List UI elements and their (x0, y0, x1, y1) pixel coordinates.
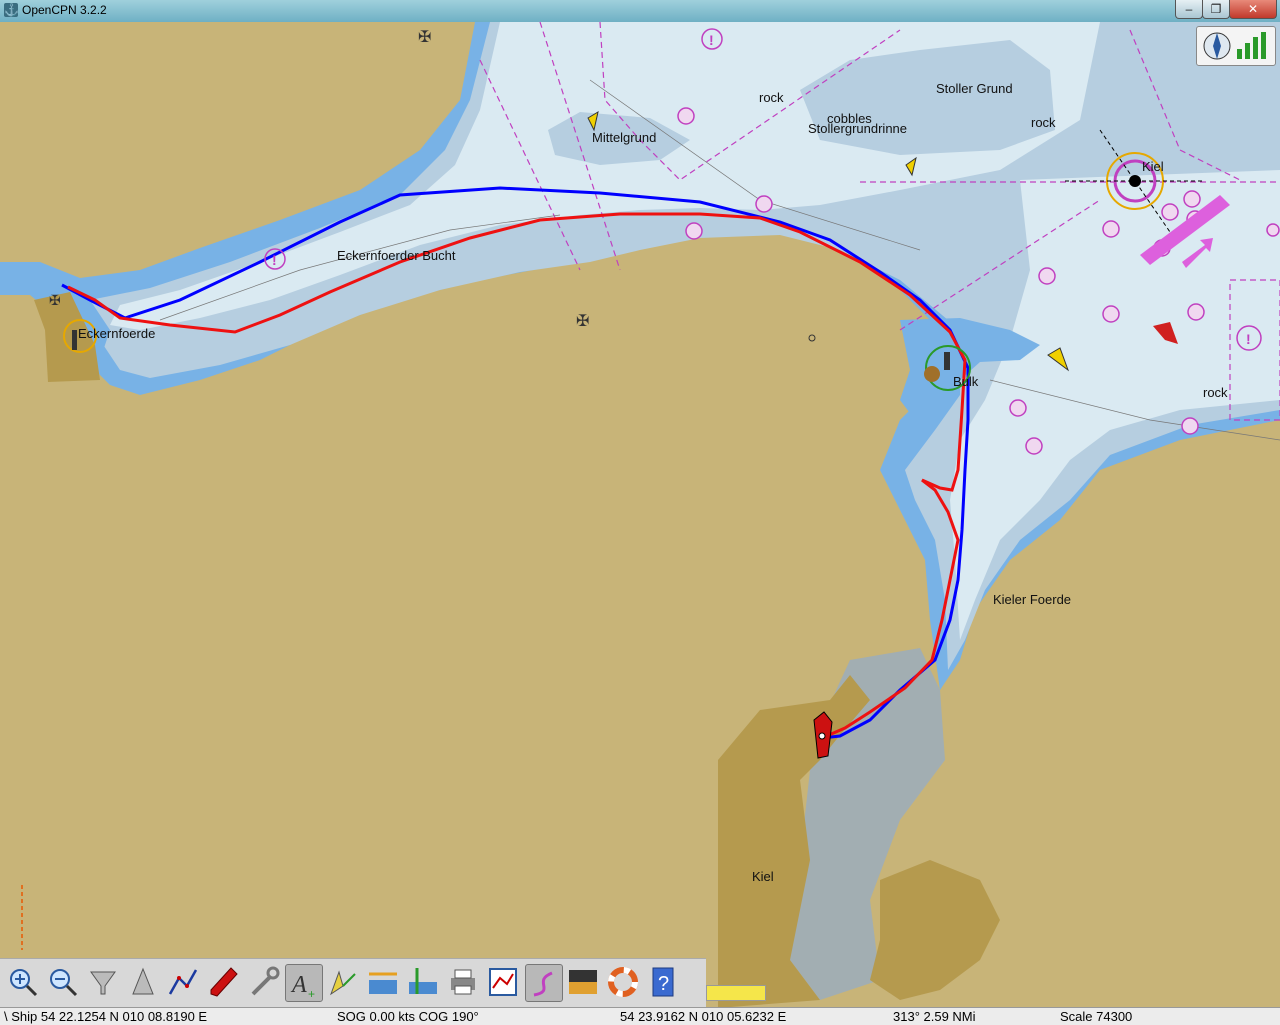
lifebuoy-icon (608, 967, 638, 997)
label-stoller-grund: Stoller Grund (936, 81, 1013, 96)
zoom-in-icon (10, 969, 38, 997)
tide-height-icon (409, 968, 437, 994)
label-eckernfoerde: Eckernfoerde (78, 326, 156, 341)
maximize-button[interactable]: ❐ (1202, 0, 1230, 19)
gps-status-widget[interactable] (1196, 26, 1276, 66)
current-button[interactable] (325, 964, 361, 1000)
label-bulk: Bulk (953, 374, 979, 389)
church-symbol: ✠ (418, 29, 431, 46)
bearing-distance: 313° 2.59 NMi (893, 1009, 976, 1024)
label-rock-2: rock (1031, 115, 1056, 130)
label-eckernfoerder-bucht: Eckernfoerder Bucht (337, 248, 456, 263)
settings-button[interactable] (245, 964, 281, 1000)
label-rock: rock (759, 90, 784, 105)
zoom-in-button[interactable] (5, 964, 41, 1000)
route-manager-button[interactable] (485, 964, 521, 1000)
sog-cog: SOG 0.00 kts COG 190° (337, 1009, 479, 1024)
tides-icon (369, 972, 397, 994)
svg-text:!: ! (272, 252, 277, 268)
funnel-icon (90, 971, 116, 995)
chart-svg[interactable]: !!! ✠ ✠ ✠ (0, 22, 1280, 1008)
svg-text:?: ? (658, 973, 669, 995)
window-title: OpenCPN 3.2.2 (22, 3, 107, 17)
current-icon (330, 970, 356, 996)
church-symbol-3: ✠ (49, 292, 61, 308)
wrench-icon (251, 966, 280, 996)
label-stollergrundrinne: Stollergrundrinne (808, 121, 908, 136)
svg-text:!: ! (709, 32, 714, 48)
chart-bar-indicator[interactable] (706, 985, 766, 1001)
color-scheme-button[interactable] (565, 964, 601, 1000)
printer-icon (451, 969, 475, 995)
cone-icon (132, 967, 154, 995)
ship-position: \ Ship 54 22.1254 N 010 08.8190 E (4, 1009, 208, 1024)
route-icon (168, 969, 198, 995)
ship-icon (210, 967, 238, 997)
text-icon: A + (290, 972, 315, 1001)
auto-follow-button[interactable] (205, 964, 241, 1000)
chart-canvas[interactable]: !!! ✠ ✠ ✠ rock cobbles Stoller Grund roc… (0, 22, 1280, 1008)
close-button[interactable]: ✕ (1229, 0, 1277, 19)
track-icon (533, 971, 553, 997)
zoom-out-icon (50, 969, 78, 997)
compass-gps-icon (1203, 32, 1266, 60)
label-rock-3: rock (1203, 385, 1228, 400)
tide-height-button[interactable] (405, 964, 441, 1000)
color-scheme-icon (569, 970, 597, 994)
minimize-button[interactable]: – (1175, 0, 1203, 19)
text-button[interactable]: A + (285, 964, 323, 1002)
route-button[interactable] (165, 964, 201, 1000)
tides-button[interactable] (365, 964, 401, 1000)
scale-out-button[interactable] (125, 964, 161, 1000)
opencpn-app-icon: ⚓ (4, 3, 19, 17)
route-manager-icon (489, 968, 517, 996)
mob-button[interactable] (605, 964, 641, 1000)
church-symbol-2: ✠ (576, 313, 589, 330)
cursor-position: 54 23.9162 N 010 05.6232 E (620, 1009, 787, 1024)
help-icon: ? (652, 967, 674, 997)
label-mittelgrund: Mittelgrund (592, 130, 657, 145)
zoom-out-button[interactable] (45, 964, 81, 1000)
svg-text:!: ! (1246, 331, 1251, 347)
chart-scale: Scale 74300 (1060, 1009, 1133, 1024)
track-button[interactable] (525, 964, 563, 1002)
svg-text:+: + (308, 987, 315, 1001)
scale-in-button[interactable] (85, 964, 121, 1000)
label-kiel-light: Kiel (1142, 159, 1164, 174)
label-kiel-city: Kiel (752, 869, 774, 884)
title-bar: ⚓ OpenCPN 3.2.2 – ❐ ✕ (0, 0, 1280, 23)
label-kieler-foerde: Kieler Foerde (993, 592, 1072, 607)
print-button[interactable] (445, 964, 481, 1000)
help-button[interactable]: ? (645, 964, 681, 1000)
svg-text:A: A (290, 972, 307, 998)
main-toolbar: A + ? (0, 958, 706, 1007)
status-bar: \ Ship 54 22.1254 N 010 08.8190 E SOG 0.… (0, 1007, 1280, 1025)
